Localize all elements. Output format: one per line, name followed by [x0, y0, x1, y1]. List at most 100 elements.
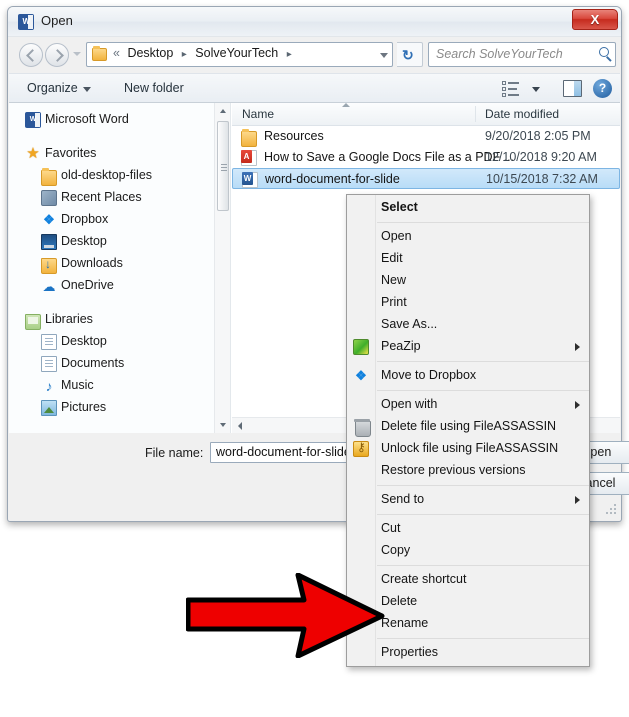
- file-rows: Resources 9/20/2018 2:05 PM How to Save a …: [232, 126, 620, 189]
- menu-item-unlock-file-using-fileassassin[interactable]: Unlock file using FileASSASSIN: [347, 438, 589, 460]
- menu-item-create-shortcut[interactable]: Create shortcut: [347, 569, 589, 591]
- key-icon: [353, 440, 369, 457]
- sidebar-item-documents[interactable]: Documents: [9, 353, 230, 375]
- dropbox-icon: ❖: [355, 368, 367, 383]
- menu-item-restore-previous-versions[interactable]: Restore previous versions: [347, 460, 589, 482]
- sidebar-item-desktop[interactable]: Desktop: [9, 231, 230, 253]
- sidebar-item-downloads[interactable]: Downloads: [9, 253, 230, 275]
- chevron-down-icon[interactable]: [83, 87, 91, 92]
- close-button[interactable]: X: [572, 9, 618, 30]
- sidebar-item-label: Microsoft Word: [45, 112, 129, 126]
- menu-item-save-as[interactable]: Save As...: [347, 314, 589, 336]
- sidebar-item-label: Libraries: [45, 312, 93, 326]
- sidebar-item-old-desktop-files[interactable]: old-desktop-files: [9, 165, 230, 187]
- forward-button[interactable]: [45, 43, 69, 67]
- back-button[interactable]: [19, 43, 43, 67]
- folder-icon: [241, 129, 257, 147]
- menu-item-cut[interactable]: Cut: [347, 518, 589, 540]
- menu-item-edit[interactable]: Edit: [347, 248, 589, 270]
- file-name-label: File name:: [145, 446, 204, 460]
- sidebar-item-label: Desktop: [61, 334, 107, 348]
- search-placeholder: Search SolveYourTech: [436, 47, 563, 61]
- sidebar-item-label: Dropbox: [61, 212, 109, 226]
- sidebar-item-recent-places[interactable]: Recent Places: [9, 187, 230, 209]
- menu-item-move-to-dropbox[interactable]: ❖ Move to Dropbox: [347, 365, 589, 387]
- view-list-icon[interactable]: [502, 80, 520, 97]
- menu-item-label: Create shortcut: [381, 572, 467, 586]
- sidebar-item-dropbox[interactable]: ❖ Dropbox: [9, 209, 230, 231]
- refresh-button[interactable]: ↻: [397, 42, 423, 67]
- onedrive-icon: ☁: [42, 279, 56, 294]
- organize-button[interactable]: Organize: [27, 81, 78, 95]
- table-row[interactable]: How to Save a Google Docs File as a PDF …: [232, 147, 620, 168]
- file-date-cell: 9/20/2018 2:05 PM: [485, 129, 591, 143]
- folder-icon: [41, 168, 57, 186]
- submenu-arrow-icon: [575, 496, 580, 504]
- new-folder-button[interactable]: New folder: [124, 81, 184, 95]
- column-header-date[interactable]: Date modified: [485, 107, 559, 121]
- command-toolbar: Organize New folder ?: [9, 73, 620, 103]
- file-name-value: word-document-for-slide: [216, 445, 351, 459]
- help-icon[interactable]: ?: [593, 79, 612, 98]
- column-header-row: Name Date modified: [232, 103, 620, 126]
- preview-pane-icon[interactable]: [563, 80, 582, 97]
- sidebar-item-microsoft-word[interactable]: W Microsoft Word: [9, 109, 230, 131]
- address-bar[interactable]: « Desktop ▸ SolveYourTech ▸: [86, 42, 393, 67]
- column-header-name[interactable]: Name: [242, 107, 274, 121]
- breadcrumb-overflow-icon[interactable]: «: [113, 46, 120, 60]
- screenshot-root: W Open X « Desktop ▸ SolveYourTech ▸ ↻ S…: [0, 0, 629, 717]
- menu-item-copy[interactable]: Copy: [347, 540, 589, 562]
- scroll-up-icon[interactable]: [215, 103, 230, 119]
- search-input[interactable]: Search SolveYourTech: [428, 42, 616, 67]
- menu-item-select[interactable]: Select: [347, 197, 589, 219]
- sidebar-item-desktop[interactable]: Desktop: [9, 331, 230, 353]
- scrollbar-thumb[interactable]: [217, 121, 229, 211]
- word-icon: [242, 172, 258, 188]
- resize-grip-icon[interactable]: [604, 502, 616, 514]
- sidebar-item-label: Music: [61, 378, 94, 392]
- menu-item-properties[interactable]: Properties: [347, 642, 589, 664]
- menu-item-delete[interactable]: Delete: [347, 591, 589, 613]
- sidebar-item-libraries[interactable]: Libraries: [9, 309, 230, 331]
- submenu-arrow-icon: [575, 343, 580, 351]
- sidebar-item-music[interactable]: ♪ Music: [9, 375, 230, 397]
- scroll-left-icon[interactable]: [232, 418, 248, 433]
- breadcrumb-segment-solveyourtech[interactable]: SolveYourTech: [195, 46, 278, 60]
- menu-separator: [377, 361, 589, 362]
- menu-item-label: Rename: [381, 616, 429, 630]
- menu-item-send-to[interactable]: Send to: [347, 489, 589, 511]
- menu-item-peazip[interactable]: PeaZip: [347, 336, 589, 358]
- menu-item-open-with[interactable]: Open with: [347, 394, 589, 416]
- menu-item-new[interactable]: New: [347, 270, 589, 292]
- sidebar-item-label: Downloads: [61, 256, 123, 270]
- sidebar-item-label: OneDrive: [61, 278, 114, 292]
- table-row[interactable]: Resources 9/20/2018 2:05 PM: [232, 126, 620, 147]
- menu-item-label: Cut: [381, 521, 401, 535]
- menu-item-open[interactable]: Open: [347, 226, 589, 248]
- menu-item-rename[interactable]: Rename: [347, 613, 589, 635]
- scroll-down-icon[interactable]: [215, 417, 230, 433]
- menu-item-label: Restore previous versions: [381, 463, 526, 477]
- menu-item-delete-file-using-fileassassin[interactable]: Delete file using FileASSASSIN: [347, 416, 589, 438]
- word-icon: W: [25, 112, 41, 128]
- pictures-icon: [41, 400, 57, 416]
- menu-item-print[interactable]: Print: [347, 292, 589, 314]
- view-dropdown-icon[interactable]: [532, 87, 540, 92]
- navigation-scrollbar[interactable]: [214, 103, 230, 433]
- document-icon: [41, 334, 57, 350]
- chevron-down-icon[interactable]: [380, 53, 388, 58]
- menu-item-label: Delete: [381, 594, 418, 608]
- breadcrumb-segment-desktop[interactable]: Desktop: [127, 46, 173, 60]
- menu-separator: [377, 565, 589, 566]
- sort-indicator-icon: [342, 103, 350, 107]
- file-name-cell: Resources: [264, 129, 324, 143]
- sidebar-item-pictures[interactable]: Pictures: [9, 397, 230, 419]
- sidebar-item-favorites[interactable]: ★ Favorites: [9, 143, 230, 165]
- menu-item-label: Copy: [381, 543, 411, 557]
- breadcrumb-separator-icon: ▸: [181, 49, 187, 60]
- table-row[interactable]: word-document-for-slide 10/15/2018 7:32 A…: [232, 168, 620, 189]
- sidebar-item-onedrive[interactable]: ☁ OneDrive: [9, 275, 230, 297]
- breadcrumb: « Desktop ▸ SolveYourTech ▸: [113, 46, 297, 60]
- history-dropdown-icon[interactable]: [73, 52, 81, 56]
- menu-item-label: Properties: [381, 645, 438, 659]
